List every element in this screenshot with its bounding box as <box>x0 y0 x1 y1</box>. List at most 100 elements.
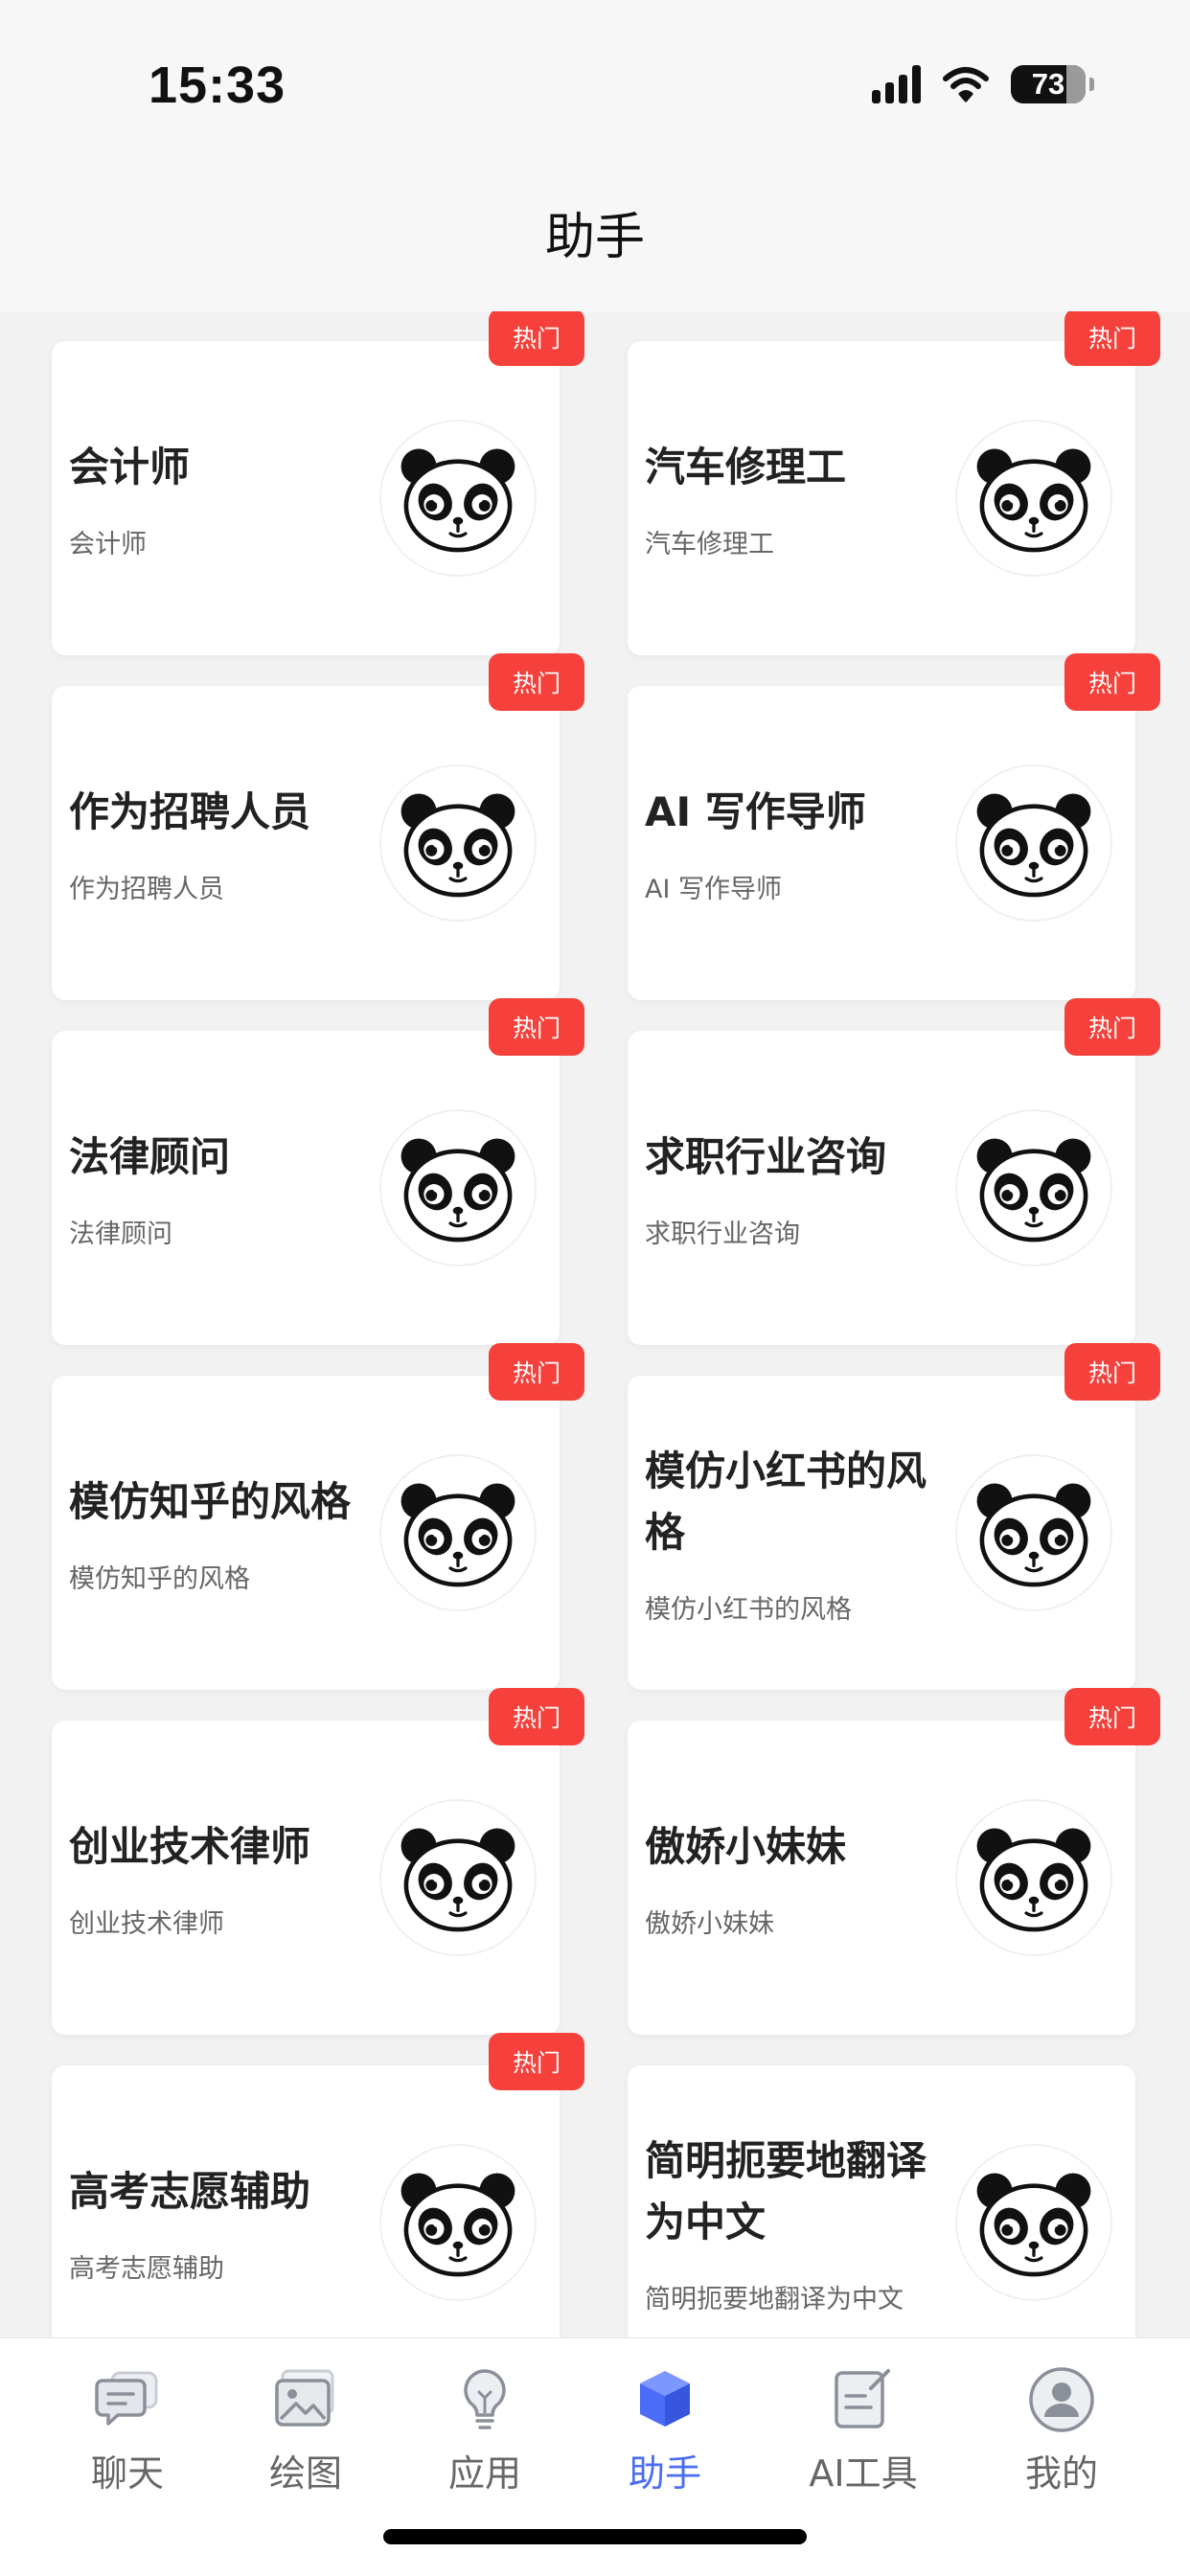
status-bar: 15:33 73 <box>0 0 1190 163</box>
card-description: 作为招聘人员 <box>69 874 224 904</box>
assistant-card[interactable]: 汽车修理工 汽车修理工 热门 <box>628 311 1160 655</box>
hot-badge: 热门 <box>1064 653 1160 711</box>
hot-badge: 热门 <box>489 1688 584 1745</box>
panda-icon <box>955 2144 1112 2301</box>
battery-level: 73 <box>1031 67 1065 101</box>
card-description: 傲娇小妹妹 <box>645 1908 774 1939</box>
card-description: 会计师 <box>69 529 147 559</box>
assistant-card[interactable]: 作为招聘人员 作为招聘人员 热门 <box>52 653 584 1000</box>
assistant-card[interactable]: 求职行业咨询 求职行业咨询 热门 <box>628 998 1160 1345</box>
lightbulb-icon <box>464 2369 506 2429</box>
hot-badge: 热门 <box>489 311 584 366</box>
panda-icon <box>955 764 1112 922</box>
assistant-card[interactable]: AI 写作导师 AI 写作导师 热门 <box>628 653 1160 1000</box>
cellular-signal-icon <box>872 65 921 103</box>
assistant-card[interactable]: 简明扼要地翻译为中文 简明扼要地翻译为中文 <box>628 2065 1135 2337</box>
panda-icon <box>955 420 1112 577</box>
assistant-card[interactable]: 会计师 会计师 热门 <box>52 311 584 655</box>
hot-badge: 热门 <box>1064 311 1160 366</box>
tab-label: 应用 <box>447 2452 521 2495</box>
assistant-card[interactable]: 模仿知乎的风格 模仿知乎的风格 热门 <box>52 1343 584 1690</box>
status-icons: 73 <box>872 65 1094 103</box>
header: 助手 <box>0 163 1190 311</box>
panda-icon <box>379 1454 537 1611</box>
panda-icon <box>955 1799 1112 1956</box>
card-text: 会计师 会计师 <box>69 341 356 655</box>
tab-label: 聊天 <box>90 2452 164 2495</box>
panda-icon <box>379 420 537 577</box>
panda-icon <box>379 764 537 922</box>
tab-label: 我的 <box>1024 2452 1098 2495</box>
card-title: 求职行业咨询 <box>645 1132 887 1180</box>
card-description: 模仿知乎的风格 <box>69 1563 250 1594</box>
panda-icon <box>379 1109 537 1266</box>
status-time: 15:33 <box>149 57 286 114</box>
card-description: 简明扼要地翻译为中文 <box>645 2284 904 2314</box>
card-description: 法律顾问 <box>69 1219 172 1249</box>
card-description: 高考志愿辅助 <box>69 2253 224 2284</box>
card-text: 求职行业咨询 求职行业咨询 <box>645 1031 932 1345</box>
wifi-icon <box>943 67 989 103</box>
card-text: 创业技术律师 创业技术律师 <box>69 1721 356 2035</box>
image-icon <box>275 2369 334 2427</box>
card-title: 创业技术律师 <box>69 1822 311 1870</box>
card-text: 作为招聘人员 作为招聘人员 <box>69 686 356 1000</box>
assistant-card[interactable]: 创业技术律师 创业技术律师 热门 <box>52 1688 584 2035</box>
card-description: 求职行业咨询 <box>645 1219 800 1249</box>
assistant-card[interactable]: 傲娇小妹妹 傲娇小妹妹 热门 <box>628 1688 1160 2035</box>
home-indicator <box>383 2529 807 2544</box>
card-title: 模仿小红书的风格 <box>645 1447 927 1556</box>
card-text: 模仿小红书的风格 模仿小红书的风格 <box>645 1376 932 1690</box>
hot-badge: 热门 <box>489 653 584 711</box>
tab-apps[interactable]: 应用 <box>408 2363 561 2496</box>
battery-icon: 73 <box>1011 65 1086 103</box>
card-text: 高考志愿辅助 高考志愿辅助 <box>69 2065 356 2337</box>
hot-badge: 热门 <box>489 2033 584 2090</box>
assistant-card[interactable]: 法律顾问 法律顾问 热门 <box>52 998 584 1345</box>
card-title: 作为招聘人员 <box>69 787 311 835</box>
card-description: 汽车修理工 <box>645 529 774 559</box>
card-text: 模仿知乎的风格 模仿知乎的风格 <box>69 1376 356 1690</box>
assistant-grid: 会计师 会计师 热门 汽车修理工 汽车修理工 热门 作为招聘人员 作为招聘人员 … <box>0 311 1190 2337</box>
hot-badge: 热门 <box>489 1343 584 1401</box>
card-title: 高考志愿辅助 <box>69 2167 311 2215</box>
tab-chat[interactable]: 聊天 <box>51 2363 204 2496</box>
assistant-card[interactable]: 模仿小红书的风格 模仿小红书的风格 热门 <box>628 1343 1160 1690</box>
tab-mine[interactable]: 我的 <box>985 2363 1138 2496</box>
tab-ai-tools[interactable]: AI工具 <box>787 2363 940 2496</box>
card-text: 法律顾问 法律顾问 <box>69 1031 356 1345</box>
card-title: 法律顾问 <box>69 1132 231 1180</box>
card-text: 傲娇小妹妹 傲娇小妹妹 <box>645 1721 932 2035</box>
card-title: 简明扼要地翻译为中文 <box>645 2136 927 2245</box>
card-text: 简明扼要地翻译为中文 简明扼要地翻译为中文 <box>645 2065 932 2337</box>
chat-icon <box>95 2371 158 2426</box>
card-title: AI 写作导师 <box>645 787 866 835</box>
card-description: AI 写作导师 <box>645 874 783 904</box>
panda-icon <box>955 1109 1112 1266</box>
card-title: 模仿知乎的风格 <box>69 1477 352 1525</box>
card-title: 汽车修理工 <box>645 443 847 490</box>
tab-label: 助手 <box>628 2452 701 2495</box>
hot-badge: 热门 <box>1064 1688 1160 1745</box>
cube-icon <box>640 2371 690 2427</box>
hot-badge: 热门 <box>1064 998 1160 1056</box>
edit-note-icon <box>835 2369 890 2428</box>
card-title: 傲娇小妹妹 <box>645 1822 847 1870</box>
hot-badge: 热门 <box>1064 1343 1160 1401</box>
panda-icon <box>955 1454 1112 1611</box>
card-title: 会计师 <box>69 443 191 490</box>
tab-draw[interactable]: 绘图 <box>229 2363 382 2496</box>
card-text: AI 写作导师 AI 写作导师 <box>645 686 932 1000</box>
panda-icon <box>379 2144 537 2301</box>
card-text: 汽车修理工 汽车修理工 <box>645 341 932 655</box>
user-icon <box>1029 2367 1094 2432</box>
hot-badge: 热门 <box>489 998 584 1056</box>
card-description: 创业技术律师 <box>69 1908 224 1939</box>
tab-label: 绘图 <box>268 2452 342 2495</box>
panda-icon <box>379 1799 537 1956</box>
tab-assistant[interactable]: 助手 <box>588 2363 742 2496</box>
card-description: 模仿小红书的风格 <box>645 1594 852 1625</box>
assistant-card[interactable]: 高考志愿辅助 高考志愿辅助 热门 <box>52 2033 584 2337</box>
page-title: 助手 <box>544 209 645 266</box>
tab-label: AI工具 <box>809 2452 918 2495</box>
